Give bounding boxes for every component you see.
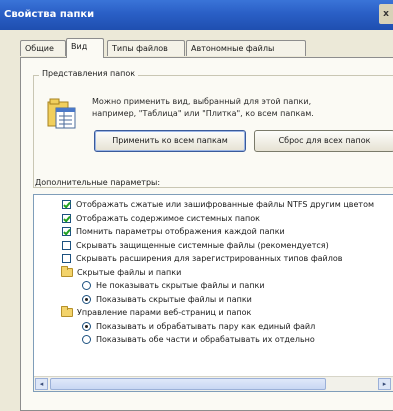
- advanced-setting-row[interactable]: Показывать скрытые файлы и папки: [34, 293, 393, 306]
- folder-views-label: Представления папок: [39, 69, 139, 78]
- checkbox-icon[interactable]: [62, 254, 71, 263]
- tab-file-types[interactable]: Типы файлов: [107, 40, 185, 56]
- close-button[interactable]: x: [379, 4, 393, 24]
- advanced-settings-list[interactable]: Отображать сжатые или зашифрованные файл…: [33, 194, 393, 392]
- scroll-right-button[interactable]: ▸: [378, 378, 391, 390]
- folder-views-icon: [47, 98, 76, 129]
- advanced-setting-row[interactable]: Скрывать защищенные системные файлы (рек…: [34, 239, 393, 252]
- advanced-setting-row: Управление парами веб-страниц и папок: [34, 306, 393, 319]
- window-title: Свойства папки: [4, 9, 95, 20]
- advanced-setting-label: Отображать сжатые или зашифрованные файл…: [76, 200, 375, 209]
- title-bar[interactable]: Свойства папки x: [0, 0, 393, 30]
- radio-icon[interactable]: [82, 321, 91, 331]
- advanced-setting-row[interactable]: Отображать сжатые или зашифрованные файл…: [34, 198, 393, 211]
- advanced-setting-row: Скрытые файлы и папки: [34, 265, 393, 279]
- scroll-left-button[interactable]: ◂: [35, 378, 48, 390]
- checkbox-icon[interactable]: [62, 227, 71, 236]
- advanced-setting-label: Помнить параметры отображения каждой пап…: [76, 227, 285, 236]
- advanced-setting-label: Скрывать защищенные системные файлы (рек…: [76, 240, 329, 250]
- folder-icon: [61, 306, 73, 317]
- advanced-setting-row[interactable]: Помнить параметры отображения каждой пап…: [34, 225, 393, 238]
- advanced-setting-label: Скрытые файлы и папки: [77, 267, 182, 277]
- advanced-setting-label: Показывать скрытые файлы и папки: [96, 294, 252, 304]
- reset-all-folders-button[interactable]: Сброс для всех папок: [254, 130, 393, 152]
- radio-icon[interactable]: [82, 281, 91, 290]
- apply-to-all-folders-button[interactable]: Применить ко всем папкам: [94, 130, 246, 152]
- checkbox-icon[interactable]: [62, 240, 71, 250]
- advanced-setting-row[interactable]: Не показывать скрытые файлы и папки: [34, 279, 393, 292]
- folder-views-group: Представления папок Можно применить вид,…: [33, 69, 393, 188]
- advanced-setting-label: Показывать обе части и обрабатывать их о…: [96, 335, 315, 344]
- tab-offline-files[interactable]: Автономные файлы: [186, 40, 306, 56]
- radio-icon[interactable]: [82, 335, 91, 344]
- checkbox-icon[interactable]: [62, 213, 71, 223]
- horizontal-scrollbar[interactable]: ◂ ▸: [34, 376, 393, 391]
- advanced-setting-row[interactable]: Показывать и обрабатывать пару как едины…: [34, 320, 393, 333]
- description-line-2: например, "Таблица" или "Плитка", ко все…: [92, 109, 314, 118]
- advanced-setting-row[interactable]: Показывать обе части и обрабатывать их о…: [34, 333, 393, 346]
- radio-icon[interactable]: [82, 294, 91, 304]
- advanced-setting-label: Отображать содержимое системных папок: [76, 213, 260, 223]
- description-line-1: Можно применить вид, выбранный для этой …: [92, 97, 312, 106]
- checkbox-icon[interactable]: [62, 200, 71, 209]
- view-tab-panel: Представления папок Можно применить вид,…: [20, 57, 393, 411]
- folder-icon: [61, 265, 73, 277]
- tab-general[interactable]: Общие: [20, 40, 66, 56]
- scroll-thumb[interactable]: [50, 378, 326, 390]
- advanced-settings-label: Дополнительные параметры:: [35, 178, 161, 187]
- advanced-setting-row[interactable]: Скрывать расширения для зарегистрированн…: [34, 252, 393, 265]
- advanced-setting-label: Управление парами веб-страниц и папок: [77, 308, 252, 317]
- folder-views-description: Можно применить вид, выбранный для этой …: [92, 96, 392, 120]
- tab-view[interactable]: Вид: [66, 38, 104, 58]
- advanced-setting-label: Скрывать расширения для зарегистрированн…: [76, 254, 343, 263]
- advanced-setting-label: Не показывать скрытые файлы и папки: [96, 281, 265, 290]
- advanced-setting-label: Показывать и обрабатывать пару как едины…: [96, 321, 316, 331]
- advanced-setting-row[interactable]: Отображать содержимое системных папок: [34, 212, 393, 225]
